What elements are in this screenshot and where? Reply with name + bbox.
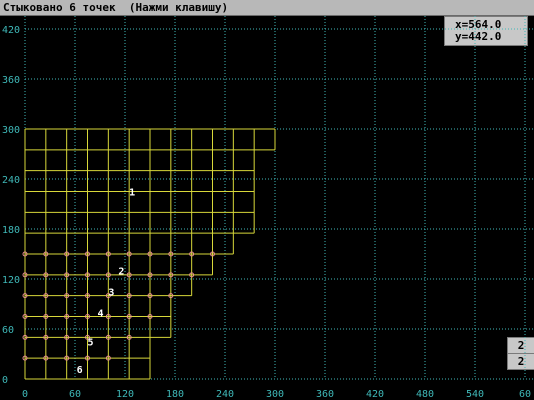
point-label: 2 [118,267,124,278]
point-label: 5 [88,338,94,349]
x-tick-label: 480 [416,389,434,400]
point-label: 1 [129,188,135,199]
title-bar: Стыковано 6 точек (Нажми клавишу) [0,0,534,16]
x-tick-label: 420 [366,389,384,400]
x-tick-label: 360 [316,389,334,400]
point-label: 4 [98,308,104,319]
x-tick-label: 120 [116,389,134,400]
y-tick-label: 360 [2,75,20,86]
window-title: Стыковано 6 точек (Нажми клавишу) [3,1,229,14]
y-tick-label: 420 [2,25,20,36]
x-tick-label: 60 [519,389,531,400]
x-tick-label: 240 [216,389,234,400]
point-label: 3 [108,288,114,299]
y-tick-label: 240 [2,175,20,186]
x-tick-label: 180 [166,389,184,400]
plot-area[interactable]: 0601201802403003604200 60 120 180 240 300 360 4… [0,16,534,400]
y-tick-label: 180 [2,225,20,236]
y-tick-label: 120 [2,275,20,286]
point-label: 6 [77,365,83,376]
x-tick-label: 540 [466,389,484,400]
x-tick-label: 60 [69,389,81,400]
y-tick-label: 0 [2,375,8,386]
y-tick-label: 300 [2,125,20,136]
x-tick-label: 300 [266,389,284,400]
y-tick-label: 60 [2,325,14,336]
x-tick-label: 0 [22,389,28,400]
